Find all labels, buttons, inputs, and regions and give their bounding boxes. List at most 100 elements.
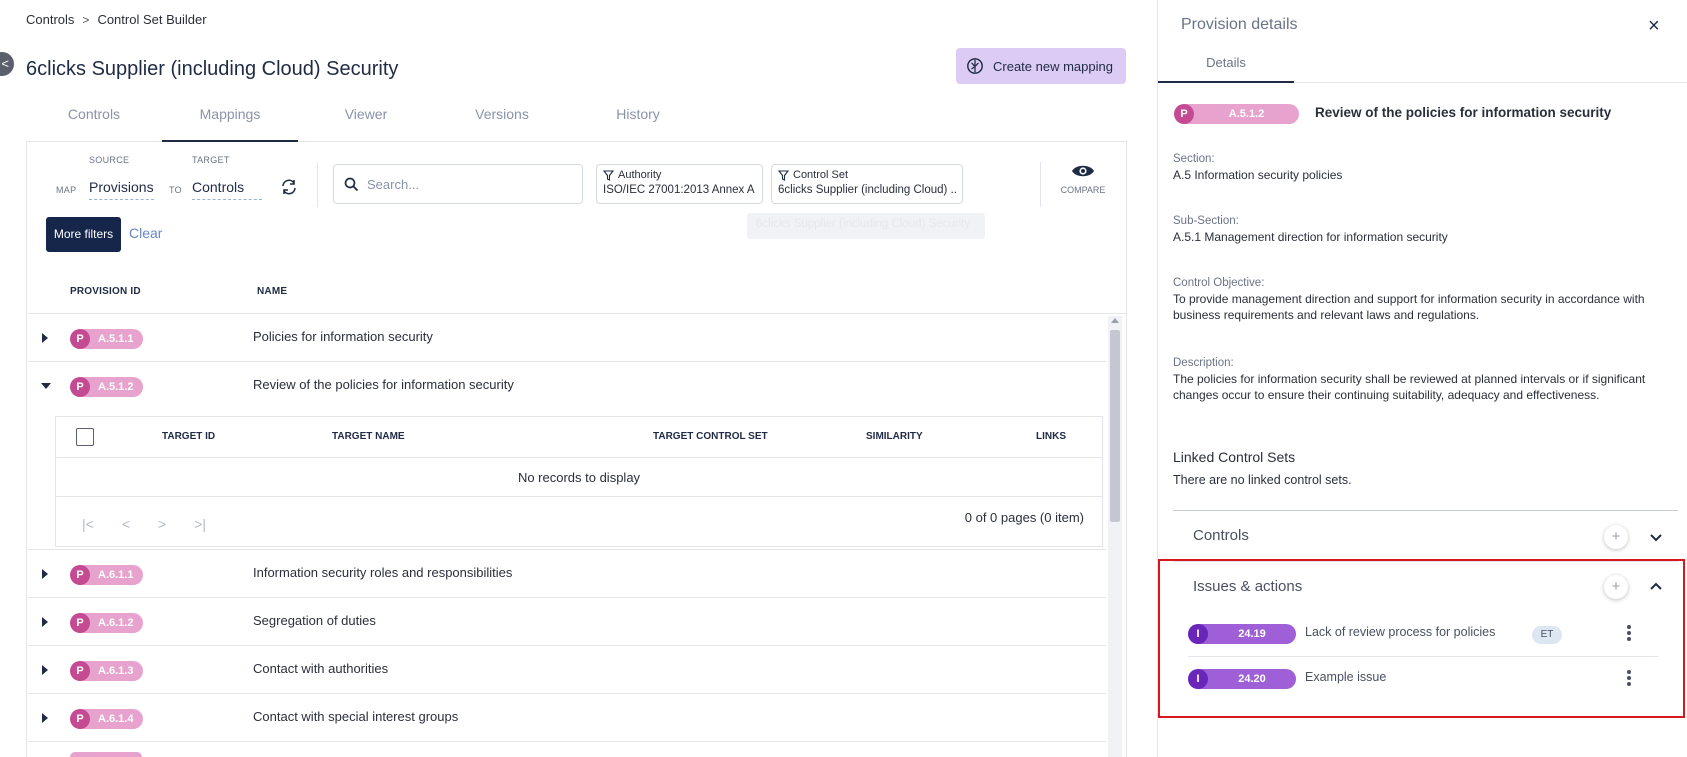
select-all-checkbox[interactable] xyxy=(76,428,94,446)
divider xyxy=(317,162,318,207)
authority-filter-label: Authority xyxy=(618,169,662,181)
provision-name: Review of the policies for information s… xyxy=(253,377,514,392)
compare-label: COMPARE xyxy=(1060,185,1106,195)
tab-controls[interactable]: Controls xyxy=(26,100,162,141)
subsection-field: Sub-Section: A.5.1 Management direction … xyxy=(1173,213,1673,245)
provision-id: A.6.1.3 xyxy=(98,665,134,677)
tab-history[interactable]: History xyxy=(570,100,706,141)
provision-badge: P A.6.1.1 xyxy=(70,565,144,585)
tab-mappings[interactable]: Mappings xyxy=(162,100,298,142)
provision-badge-letter: P xyxy=(70,661,90,681)
drawer-title: Provision details xyxy=(1181,16,1298,33)
target-name-column-header[interactable]: TARGET NAME xyxy=(332,431,405,442)
description-label: Description: xyxy=(1173,357,1234,369)
controls-section-title[interactable]: Controls xyxy=(1193,527,1249,544)
pager: |< < > >| xyxy=(82,516,206,532)
expand-caret-icon[interactable] xyxy=(42,617,48,627)
tab-versions[interactable]: Versions xyxy=(434,100,570,141)
table-row[interactable]: P A.5.1.1 Policies for information secur… xyxy=(28,314,1106,362)
provision-badge-letter: P xyxy=(70,329,90,349)
source-select[interactable]: Provisions xyxy=(89,179,154,200)
expand-caret-icon[interactable] xyxy=(42,665,48,675)
control-objective-label: Control Objective: xyxy=(1173,277,1265,289)
linked-control-sets-empty: There are no linked control sets. xyxy=(1173,473,1352,487)
divider xyxy=(1173,510,1678,511)
provision-id-column-header[interactable]: PROVISION ID xyxy=(70,286,141,297)
next-page-icon[interactable]: > xyxy=(158,516,166,532)
chevron-left-icon[interactable]: < xyxy=(0,52,14,76)
collapse-caret-icon[interactable] xyxy=(41,383,51,389)
main-area: < Controls > Control Set Builder 6clicks… xyxy=(0,0,1157,757)
links-column-header[interactable]: LINKS xyxy=(1036,431,1066,442)
table-row[interactable]: P A.6.1.3 Contact with authorities xyxy=(28,646,1106,694)
search-field[interactable] xyxy=(333,164,583,204)
table-row[interactable]: P A.6.1.2 Segregation of duties xyxy=(28,598,1106,646)
target-id-column-header[interactable]: TARGET ID xyxy=(162,431,215,442)
breadcrumb-controls[interactable]: Controls xyxy=(26,12,74,27)
provision-heading: Review of the policies for information s… xyxy=(1315,105,1612,120)
provision-name: Segregation of duties xyxy=(253,613,376,628)
tab-viewer[interactable]: Viewer xyxy=(298,100,434,141)
provision-badge-partial xyxy=(70,752,142,757)
breadcrumb-control-set-builder[interactable]: Control Set Builder xyxy=(97,12,206,27)
authority-filter[interactable]: Authority ISO/IEC 27001:2013 Annex A xyxy=(596,164,763,204)
provision-name: Contact with special interest groups xyxy=(253,709,459,724)
previous-page-icon[interactable]: < xyxy=(122,516,130,532)
more-filters-button[interactable]: More filters xyxy=(46,217,121,252)
add-control-button[interactable]: + xyxy=(1604,525,1628,549)
provision-badge: P A.6.1.3 xyxy=(70,661,144,681)
tab-bar: Controls Mappings Viewer Versions Histor… xyxy=(26,100,1127,142)
compare-button[interactable]: COMPARE xyxy=(1058,163,1108,195)
breadcrumb: Controls > Control Set Builder xyxy=(26,12,207,27)
table-row[interactable]: P A.6.1.4 Contact with special interest … xyxy=(28,694,1106,742)
filter-icon xyxy=(603,169,614,181)
scroll-up-icon[interactable] xyxy=(1111,318,1119,323)
create-new-mapping-button[interactable]: Create new mapping xyxy=(956,48,1126,84)
chevron-down-icon[interactable] xyxy=(1649,533,1663,543)
to-label: TO xyxy=(169,185,182,195)
divider xyxy=(1040,162,1041,207)
subsection-label: Sub-Section: xyxy=(1173,215,1239,227)
swap-icon[interactable] xyxy=(280,178,298,196)
provision-id: A.5.1.2 xyxy=(1228,108,1265,120)
provision-id: A.5.1.2 xyxy=(98,381,134,393)
provision-badge: P A.6.1.4 xyxy=(70,709,144,729)
control-objective-value: To provide management direction and supp… xyxy=(1173,292,1645,322)
description-value: The policies for information security sh… xyxy=(1173,372,1646,402)
search-icon xyxy=(344,177,359,191)
control-set-filter[interactable]: Control Set 6clicks Supplier (including … xyxy=(771,164,963,204)
expand-caret-icon[interactable] xyxy=(42,569,48,579)
subgrid-header: TARGET ID TARGET NAME TARGET CONTROL SET… xyxy=(56,417,1102,458)
source-label: SOURCE xyxy=(89,155,130,165)
target-select[interactable]: Controls xyxy=(192,179,262,200)
provision-name: Policies for information security xyxy=(253,329,433,344)
expand-caret-icon[interactable] xyxy=(42,333,48,343)
provision-badge-letter: P xyxy=(70,565,90,585)
close-icon[interactable]: × xyxy=(1648,16,1660,36)
table-row[interactable]: P A.5.1.2 Review of the policies for inf… xyxy=(28,362,1106,409)
clear-filters-link[interactable]: Clear xyxy=(129,225,162,241)
last-page-icon[interactable]: >| xyxy=(194,516,206,532)
subsection-value: A.5.1 Management direction for informati… xyxy=(1173,230,1448,244)
provision-badge: P A.5.1.2 xyxy=(1174,104,1299,124)
search-input[interactable] xyxy=(367,176,567,192)
first-page-icon[interactable]: |< xyxy=(82,516,94,532)
name-column-header[interactable]: NAME xyxy=(257,286,287,297)
target-control-set-column-header[interactable]: TARGET CONTROL SET xyxy=(653,431,768,442)
grid-scrollbar-thumb[interactable] xyxy=(1110,330,1120,522)
section-value: A.5 Information security policies xyxy=(1173,168,1343,182)
target-label: TARGET xyxy=(192,155,230,165)
no-records-message: No records to display xyxy=(56,458,1102,497)
table-row[interactable]: P A.6.1.1 Information security roles and… xyxy=(28,550,1106,598)
similarity-column-header[interactable]: SIMILARITY xyxy=(866,431,923,442)
drawer-provision-badge: P A.5.1.2 xyxy=(1174,104,1299,124)
provision-badge: P A.6.1.2 xyxy=(70,613,144,633)
expand-caret-icon[interactable] xyxy=(42,713,48,723)
breadcrumb-separator-icon: > xyxy=(82,12,90,27)
provision-id: A.6.1.4 xyxy=(98,713,134,725)
tab-details[interactable]: Details xyxy=(1158,48,1294,83)
control-set-tooltip: 6clicks Supplier (including Cloud) Secur… xyxy=(747,213,985,239)
section-field: Section: A.5 Information security polici… xyxy=(1173,151,1673,183)
section-label: Section: xyxy=(1173,153,1215,165)
control-set-filter-label: Control Set xyxy=(793,169,849,181)
